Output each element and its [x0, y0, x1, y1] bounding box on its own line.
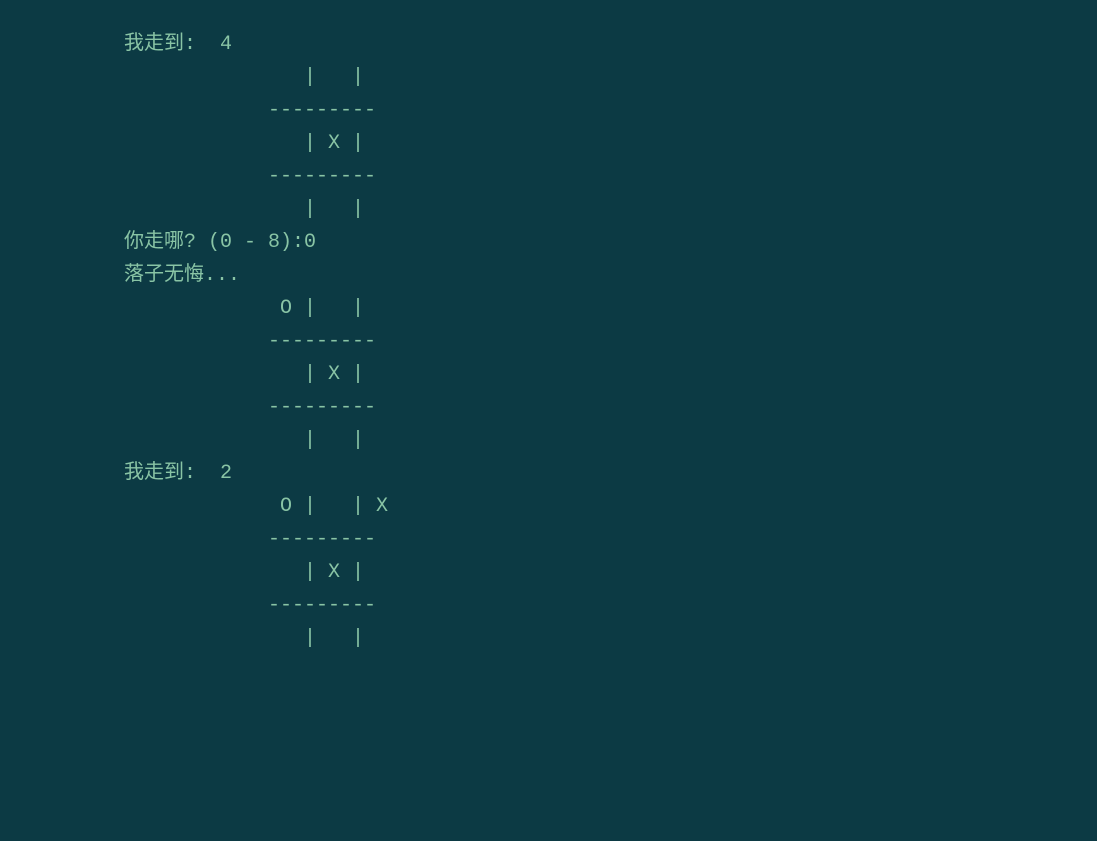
board-divider: ---------	[124, 325, 1097, 358]
board-row: | X |	[124, 127, 1097, 160]
board-divider: ---------	[124, 523, 1097, 556]
terminal-output: 我走到: 4 | | --------- | X | --------- | |…	[124, 28, 1097, 655]
board-divider: ---------	[124, 160, 1097, 193]
board-divider: ---------	[124, 391, 1097, 424]
board-row: | X |	[124, 358, 1097, 391]
board-row: O | |	[124, 292, 1097, 325]
board-row: | |	[124, 61, 1097, 94]
board-row: | X |	[124, 556, 1097, 589]
board-row: | |	[124, 193, 1097, 226]
no-regret-line: 落子无悔...	[124, 259, 1097, 292]
board-divider: ---------	[124, 589, 1097, 622]
board-divider: ---------	[124, 94, 1097, 127]
board-row: O | | X	[124, 490, 1097, 523]
board-row: | |	[124, 622, 1097, 655]
computer-move-line: 我走到: 4	[124, 28, 1097, 61]
computer-move-line: 我走到: 2	[124, 457, 1097, 490]
board-row: | |	[124, 424, 1097, 457]
player-input-prompt[interactable]: 你走哪? (0 - 8):0	[124, 226, 1097, 259]
